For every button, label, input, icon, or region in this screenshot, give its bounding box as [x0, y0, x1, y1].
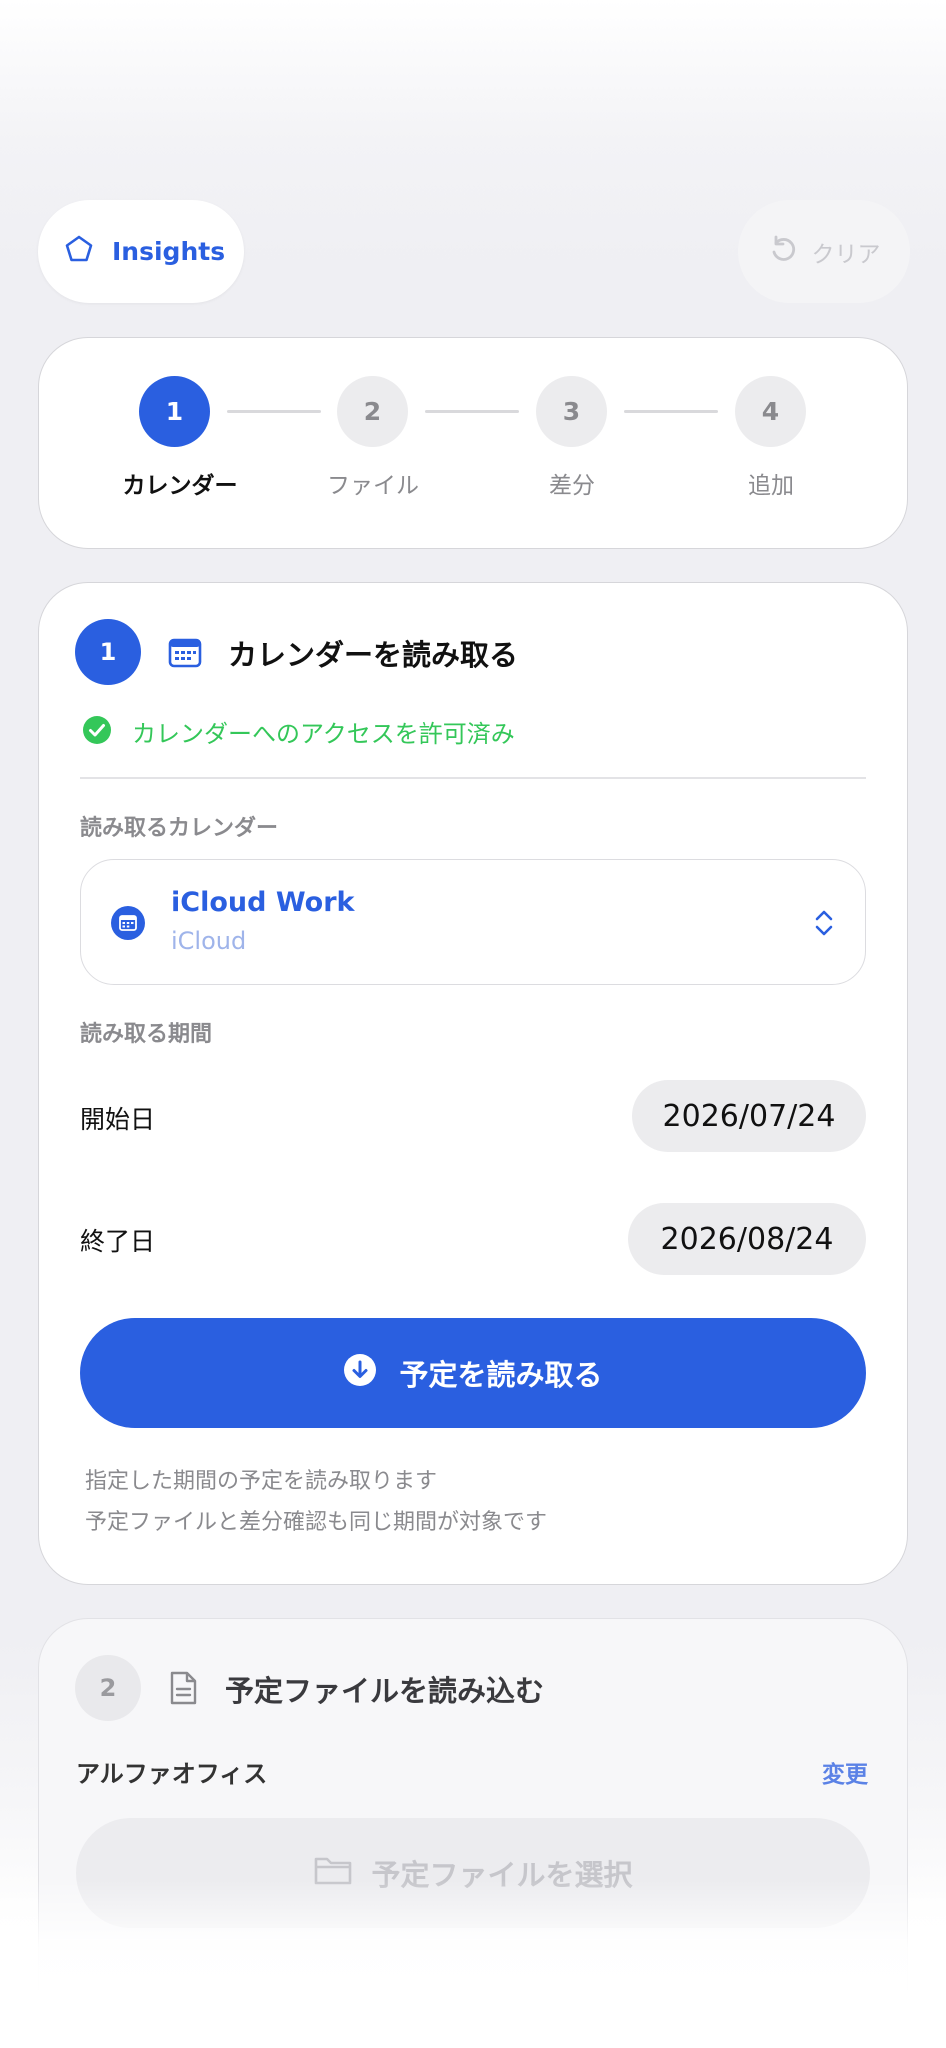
calendar-field-label: 読み取るカレンダー [80, 816, 279, 841]
read-events-label: 予定を読み取る [399, 1358, 603, 1392]
selected-calendar-account: iCloud [171, 927, 247, 955]
period-label: 読み取る期間 [80, 1022, 213, 1047]
office-label: アルファオフィス [76, 1760, 268, 1788]
file-section-number-badge: 2 [75, 1655, 141, 1721]
insights-label: Insights [112, 237, 226, 266]
checkmark-circle-icon [82, 715, 112, 749]
note-line-1: 指定した期間の予定を読み取ります [85, 1469, 438, 1494]
file-section-title: 予定ファイルを読み込む [225, 1674, 545, 1708]
document-icon [168, 1670, 198, 1710]
step-connector [227, 410, 321, 413]
divider [80, 777, 866, 779]
end-date-picker[interactable]: 2026/08/24 [628, 1203, 866, 1275]
step-1-circle[interactable]: 1 [139, 376, 210, 447]
download-circle-icon [343, 1353, 377, 1394]
step-3-label: 差分 [549, 473, 595, 499]
selected-calendar-name: iCloud Work [171, 887, 355, 918]
clear-button[interactable]: クリア [738, 200, 910, 303]
read-events-button[interactable]: 予定を読み取る [80, 1318, 866, 1428]
change-link[interactable]: 変更 [822, 1755, 868, 1789]
note-line-2: 予定ファイルと差分確認も同じ期間が対象です [85, 1510, 548, 1535]
clear-label: クリア [811, 241, 881, 268]
step-4-label: 追加 [748, 473, 794, 499]
undo-icon [768, 234, 798, 270]
step-3-circle[interactable]: 3 [536, 376, 607, 447]
end-date-label: 終了日 [80, 1227, 156, 1256]
calendar-icon [168, 636, 202, 672]
step-connector [425, 410, 519, 413]
step-connector [624, 410, 718, 413]
step-2-label: ファイル [327, 473, 419, 499]
step-2-circle[interactable]: 2 [337, 376, 408, 447]
pentagon-icon [64, 234, 94, 270]
section-title: カレンダーを読み取る [228, 638, 519, 672]
access-status-text: カレンダーへのアクセスを許可済み [132, 720, 515, 748]
start-date-picker[interactable]: 2026/07/24 [632, 1080, 866, 1152]
start-date-label: 開始日 [80, 1105, 156, 1134]
chevron-up-down-icon [813, 907, 835, 943]
step-1-label: カレンダー [122, 473, 238, 499]
calendar-select[interactable] [80, 859, 866, 985]
bottom-fade-overlay [0, 1880, 946, 2048]
insights-button[interactable]: Insights [38, 200, 244, 303]
step-4-circle[interactable]: 4 [735, 376, 806, 447]
section-number-badge: 1 [75, 619, 141, 685]
calendar-badge-icon [111, 906, 145, 944]
